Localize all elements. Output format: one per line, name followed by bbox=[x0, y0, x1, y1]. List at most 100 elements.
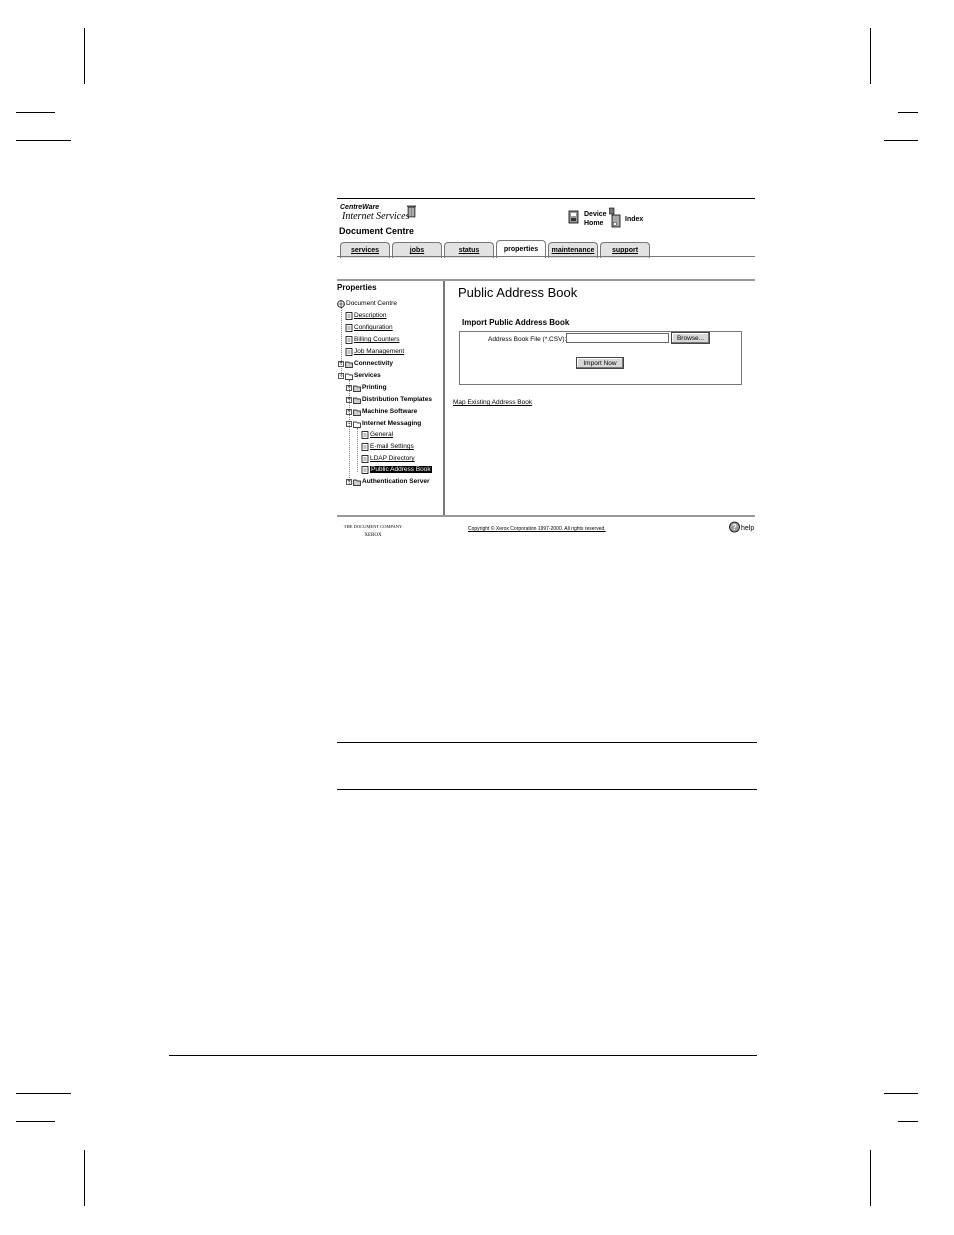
crop-mark bbox=[870, 1150, 871, 1206]
crop-mark bbox=[884, 140, 918, 141]
expand-icon[interactable]: + bbox=[346, 408, 352, 415]
folder-icon bbox=[353, 397, 361, 404]
page-icon bbox=[361, 430, 369, 439]
page-icon bbox=[361, 454, 369, 463]
tree-guide bbox=[357, 428, 358, 472]
crop-mark bbox=[16, 1093, 71, 1094]
folder-icon bbox=[353, 409, 361, 416]
company-tagline: THE DOCUMENT COMPANY bbox=[343, 524, 403, 529]
expand-icon[interactable]: + bbox=[338, 360, 344, 367]
help-link[interactable]: help bbox=[741, 525, 754, 532]
company-name: XEROX bbox=[364, 533, 382, 538]
sidebar-item-label: LDAP Directory bbox=[370, 455, 415, 462]
tab-underline bbox=[337, 256, 755, 257]
sidebar-item-general[interactable]: General bbox=[361, 429, 393, 440]
address-book-file-input[interactable] bbox=[566, 333, 669, 343]
sidebar-item-ldap-directory[interactable]: LDAP Directory bbox=[361, 453, 415, 464]
device-title: Document Centre bbox=[339, 226, 415, 236]
sidebar-item-description[interactable]: Description bbox=[345, 310, 387, 321]
page-icon bbox=[361, 465, 369, 474]
sidebar-item-label: Services bbox=[354, 372, 381, 379]
page-icon bbox=[345, 311, 353, 320]
panel-divider bbox=[337, 515, 755, 517]
globe-icon bbox=[337, 299, 345, 308]
top-border bbox=[337, 198, 755, 199]
nav-device-home[interactable]: Device Home bbox=[584, 210, 607, 228]
crop-mark bbox=[16, 112, 55, 113]
sidebar-item-job-management[interactable]: Job Management bbox=[345, 346, 404, 357]
sidebar-item-authentication-server[interactable]: + Authentication Server bbox=[346, 476, 430, 487]
sidebar-item-configuration[interactable]: Configuration bbox=[345, 322, 393, 333]
import-now-button[interactable]: Import Now bbox=[576, 357, 624, 369]
sidebar-item-public-address-book[interactable]: Public Address Book bbox=[361, 464, 432, 475]
page-icon bbox=[345, 335, 353, 344]
crop-mark bbox=[84, 1150, 85, 1206]
page-icon bbox=[361, 442, 369, 451]
section-title: Import Public Address Book bbox=[462, 318, 570, 327]
expand-icon[interactable]: + bbox=[346, 396, 352, 403]
sidebar-item-label: Printing bbox=[362, 384, 387, 391]
sidebar-item-label: E-mail Settings bbox=[370, 443, 414, 450]
copyright-link[interactable]: Copyright © Xerox Corporation 1997-2000.… bbox=[468, 526, 606, 532]
help-icon[interactable]: ? bbox=[729, 520, 740, 534]
sidebar-item-label: Connectivity bbox=[354, 360, 394, 367]
file-field-label: Address Book File (*.CSV): bbox=[488, 336, 567, 343]
rule-line bbox=[337, 789, 757, 790]
sidebar-item-distribution-templates[interactable]: + Distribution Templates bbox=[346, 394, 432, 405]
crop-mark bbox=[16, 140, 71, 141]
sidebar-item-label: Public Address Book bbox=[370, 466, 432, 473]
index-icon[interactable] bbox=[609, 207, 621, 229]
sidebar-item-label: Configuration bbox=[354, 324, 393, 331]
browser-screenshot: CentreWare Internet Services Document Ce… bbox=[337, 198, 755, 540]
sidebar-item-label: Document Centre bbox=[346, 300, 397, 307]
sidebar-item-label: Description bbox=[354, 312, 387, 319]
brand-internet-services: Internet Services bbox=[342, 211, 410, 222]
rule-line bbox=[169, 1055, 757, 1056]
page-title: Public Address Book bbox=[458, 285, 578, 300]
folder-open-icon bbox=[345, 373, 353, 380]
folder-icon bbox=[353, 385, 361, 392]
folder-icon bbox=[353, 479, 361, 486]
page-icon bbox=[345, 347, 353, 356]
crop-mark bbox=[870, 28, 871, 84]
collapse-icon[interactable]: − bbox=[338, 372, 344, 379]
tab-bar: services jobs status properties maintena… bbox=[340, 240, 652, 258]
crop-mark bbox=[898, 112, 918, 113]
expand-icon[interactable]: + bbox=[346, 478, 352, 485]
sidebar-item-services[interactable]: − Services bbox=[338, 370, 381, 381]
nav-index[interactable]: Index bbox=[625, 215, 643, 224]
sidebar-item-label: Distribution Templates bbox=[362, 396, 432, 403]
map-existing-address-book-link[interactable]: Map Existing Address Book bbox=[453, 399, 532, 406]
collapse-icon[interactable]: − bbox=[346, 420, 352, 427]
folder-open-icon bbox=[353, 421, 361, 428]
rule-line bbox=[337, 742, 757, 743]
expand-icon[interactable]: + bbox=[346, 384, 352, 391]
sidebar-item-printing[interactable]: + Printing bbox=[346, 382, 387, 393]
crop-mark bbox=[16, 1121, 55, 1122]
sidebar-root-document-centre[interactable]: Document Centre bbox=[337, 298, 397, 309]
company-logo: THE DOCUMENT COMPANY XEROX bbox=[340, 522, 406, 540]
sidebar-item-label: Authentication Server bbox=[362, 478, 430, 485]
brand-centreware: CentreWare bbox=[340, 204, 380, 211]
sidebar-item-machine-software[interactable]: + Machine Software bbox=[346, 406, 417, 417]
sidebar-item-label: Internet Messaging bbox=[362, 420, 422, 427]
crop-mark bbox=[898, 1121, 918, 1122]
properties-sidebar: Properties Document Centre Description C… bbox=[337, 281, 445, 517]
sidebar-item-billing-counters[interactable]: Billing Counters bbox=[345, 334, 400, 345]
browse-button[interactable]: Browse... bbox=[671, 332, 710, 344]
trash-can-icon bbox=[407, 205, 416, 218]
sidebar-item-label: Machine Software bbox=[362, 408, 418, 415]
page-icon bbox=[345, 323, 353, 332]
sidebar-item-label: Job Management bbox=[354, 348, 405, 355]
sidebar-item-label: Billing Counters bbox=[354, 336, 400, 343]
folder-icon bbox=[345, 361, 353, 368]
sidebar-item-connectivity[interactable]: + Connectivity bbox=[338, 358, 393, 369]
crop-mark bbox=[84, 28, 85, 84]
svg-text:?: ? bbox=[732, 523, 737, 532]
sidebar-item-email-settings[interactable]: E-mail Settings bbox=[361, 441, 414, 452]
crop-mark bbox=[884, 1093, 918, 1094]
sidebar-title: Properties bbox=[337, 283, 377, 292]
sidebar-item-label: General bbox=[370, 431, 394, 438]
sidebar-item-internet-messaging[interactable]: − Internet Messaging bbox=[346, 418, 421, 429]
device-home-icon[interactable] bbox=[568, 209, 580, 225]
